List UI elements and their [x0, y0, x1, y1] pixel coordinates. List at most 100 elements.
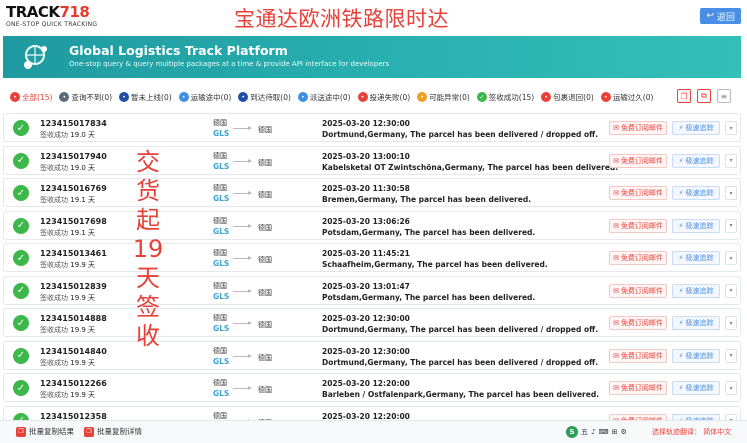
- tracking-number[interactable]: 123415012839: [40, 282, 107, 291]
- origin-country: 德国: [213, 411, 227, 420]
- expand-chevron-icon[interactable]: ▾: [725, 316, 737, 330]
- carrier-name[interactable]: GLS: [213, 324, 229, 333]
- filter-tab[interactable]: • 运输过久(0): [600, 92, 653, 103]
- ime-tool-icon[interactable]: ⚙: [620, 428, 626, 436]
- logo[interactable]: TRACK718 ONE-STOP QUICK TRACKING: [6, 4, 97, 28]
- carrier-name[interactable]: GLS: [213, 129, 229, 138]
- subscribe-email-button[interactable]: ✉免费订阅邮件: [609, 218, 667, 233]
- tracking-row[interactable]: ✓ 123415012839 签收成功 19.9 天 德国 GLS 德国 2025-03-2…: [3, 275, 741, 305]
- tracking-row[interactable]: ✓ 123415016769 签收成功 19.1 天 德国 GLS 德国 2025-03-2…: [3, 178, 741, 207]
- expand-chevron-icon[interactable]: ▾: [725, 153, 737, 168]
- fast-track-button[interactable]: ⚡极速追踪: [672, 153, 720, 168]
- subscribe-email-button[interactable]: ✉免费订阅邮件: [609, 348, 667, 363]
- tracking-row[interactable]: ✓ 123415017940 签收成功 19.0 天 德国 GLS 德国 2025-03-2…: [3, 145, 741, 175]
- tracking-number[interactable]: 123415014840: [40, 347, 107, 356]
- expand-chevron-icon[interactable]: ▾: [725, 251, 737, 265]
- filter-tab[interactable]: • 全部(15): [10, 92, 52, 103]
- subscribe-email-button[interactable]: ✉免费订阅邮件: [609, 153, 667, 168]
- expand-chevron-icon[interactable]: ▾: [725, 348, 737, 363]
- back-button[interactable]: ↩ 返回: [700, 8, 741, 24]
- route-arrow-icon: [233, 126, 252, 130]
- carrier-name[interactable]: GLS: [213, 357, 229, 366]
- filter-tab[interactable]: • 运输途中(0): [178, 92, 232, 103]
- carrier-name[interactable]: GLS: [213, 162, 229, 171]
- fast-track-label: 极速追踪: [685, 319, 714, 327]
- copy-details-button[interactable]: ❐ 批量复制详情: [84, 426, 142, 437]
- top-bar: TRACK718 ONE-STOP QUICK TRACKING 宝通达欧洲铁路…: [0, 0, 747, 34]
- tracking-row[interactable]: ✓ 123415017698 签收成功 19.1 天 德国 GLS 德国 2025-03-2…: [3, 210, 741, 240]
- ime-tool-icon[interactable]: ⌨: [598, 428, 608, 436]
- fast-track-button[interactable]: ⚡极速追踪: [672, 218, 720, 233]
- more-options-icon[interactable]: ≡: [717, 89, 731, 103]
- tracking-row[interactable]: ✓ 123415014888 签收成功 19.9 天 德国 GLS 德国 2025-03-2…: [3, 308, 741, 337]
- fast-track-button[interactable]: ⚡极速追踪: [672, 251, 720, 265]
- check-icon: ✓: [476, 92, 487, 102]
- subscribe-email-button[interactable]: ✉免费订阅邮件: [609, 381, 667, 395]
- copy-icon[interactable]: ❐: [677, 89, 691, 103]
- event-timestamp: 2025-03-20 12:30:00: [322, 314, 410, 323]
- lightning-icon: ⚡: [678, 156, 684, 165]
- fast-track-button[interactable]: ⚡极速追踪: [672, 381, 720, 395]
- carrier-name[interactable]: GLS: [213, 227, 229, 236]
- copy-icon: ❐: [84, 426, 94, 437]
- tracking-number[interactable]: 123415017940: [40, 152, 107, 161]
- overlay-char: 交: [136, 148, 160, 176]
- subscribe-email-button[interactable]: ✉免费订阅邮件: [609, 251, 667, 265]
- tracking-number[interactable]: 123415014888: [40, 314, 107, 323]
- tracking-row[interactable]: ✓ 123415017834 签收成功 19.0 天 德国 GLS 德国 2025-03-2…: [3, 113, 741, 142]
- origin-country: 德国: [213, 184, 227, 192]
- tracking-number[interactable]: 123415016769: [40, 184, 107, 193]
- carrier-name[interactable]: GLS: [213, 389, 229, 398]
- fast-track-label: 极速追踪: [685, 124, 714, 132]
- copy-results-label: 批量复制结果: [29, 427, 74, 436]
- expand-chevron-icon[interactable]: ▾: [725, 218, 737, 233]
- fast-track-button[interactable]: ⚡极速追踪: [672, 283, 720, 298]
- subscribe-email-button[interactable]: ✉免费订阅邮件: [609, 121, 667, 135]
- filter-tab[interactable]: • 暂未上线(0): [119, 92, 172, 103]
- fast-track-button[interactable]: ⚡极速追踪: [672, 121, 720, 135]
- days-value: 19.1 天: [70, 228, 96, 237]
- days-value: 19.0 天: [70, 131, 96, 139]
- expand-chevron-icon[interactable]: ▾: [725, 186, 737, 200]
- overlay-char: 货: [136, 177, 160, 205]
- ime-tool-icon[interactable]: 五: [581, 427, 588, 437]
- filter-tab-label: 投递失败(0): [369, 92, 411, 102]
- carrier-name[interactable]: GLS: [213, 259, 229, 268]
- fast-track-button[interactable]: ⚡极速追踪: [672, 348, 720, 363]
- carrier-name[interactable]: GLS: [213, 292, 229, 301]
- tracking-row[interactable]: ✓ 123415012266 签收成功 19.9 天 德国 GLS 德国 2025-03-2…: [3, 373, 741, 402]
- tracking-row[interactable]: ✓ 123415013461 签收成功 19.9 天 德国 GLS 德国 2025-03-2…: [3, 243, 741, 272]
- ime-tool-icon[interactable]: ♪: [591, 428, 595, 436]
- expand-chevron-icon[interactable]: ▾: [725, 121, 737, 135]
- translation-language-select[interactable]: 选择轨迹翻译： 简体中文: [652, 427, 731, 437]
- box-icon: •: [238, 92, 249, 102]
- ime-tool-icon[interactable]: ⊞: [612, 428, 618, 436]
- subscribe-email-button[interactable]: ✉免费订阅邮件: [609, 283, 667, 298]
- filter-tab[interactable]: • 到达待取(0): [238, 92, 291, 103]
- tracking-number[interactable]: 123415017698: [40, 217, 107, 226]
- fast-track-button[interactable]: ⚡极速追踪: [672, 186, 720, 200]
- mail-icon: ✉: [613, 351, 619, 360]
- fast-track-button[interactable]: ⚡极速追踪: [672, 316, 720, 330]
- tracking-number[interactable]: 123415012266: [40, 379, 107, 388]
- filter-tab[interactable]: ✓ 签收成功(15): [476, 92, 534, 103]
- carrier-name[interactable]: GLS: [213, 194, 229, 203]
- filter-tab[interactable]: • 查询不到(0): [59, 92, 112, 103]
- ime-logo-icon[interactable]: S: [566, 426, 578, 438]
- export-icon[interactable]: ⧉: [697, 89, 711, 103]
- subscribe-email-button[interactable]: ✉免费订阅邮件: [609, 316, 667, 330]
- expand-chevron-icon[interactable]: ▾: [725, 283, 737, 298]
- filter-tab[interactable]: • 投递失败(0): [357, 92, 411, 103]
- subscribe-email-button[interactable]: ✉免费订阅邮件: [609, 186, 667, 200]
- tracking-number[interactable]: 123415013461: [40, 249, 107, 258]
- filter-tab[interactable]: • 可能异常(0): [417, 92, 470, 103]
- filter-tab[interactable]: • 派送途中(0): [297, 92, 351, 103]
- origin-country: 德国: [213, 314, 227, 322]
- filter-tab[interactable]: • 包裹退回(0): [541, 92, 594, 103]
- logo-tagline: ONE-STOP QUICK TRACKING: [6, 21, 98, 28]
- tracking-number[interactable]: 123415017834: [40, 119, 107, 128]
- copy-results-button[interactable]: ❐ 批量复制结果: [16, 426, 74, 437]
- tracking-row[interactable]: ✓ 123415014840 签收成功 19.9 天 德国 GLS 德国 2025-03-2…: [3, 340, 741, 370]
- expand-chevron-icon[interactable]: ▾: [725, 381, 737, 395]
- filter-tab-label: 运输途中(0): [190, 92, 232, 102]
